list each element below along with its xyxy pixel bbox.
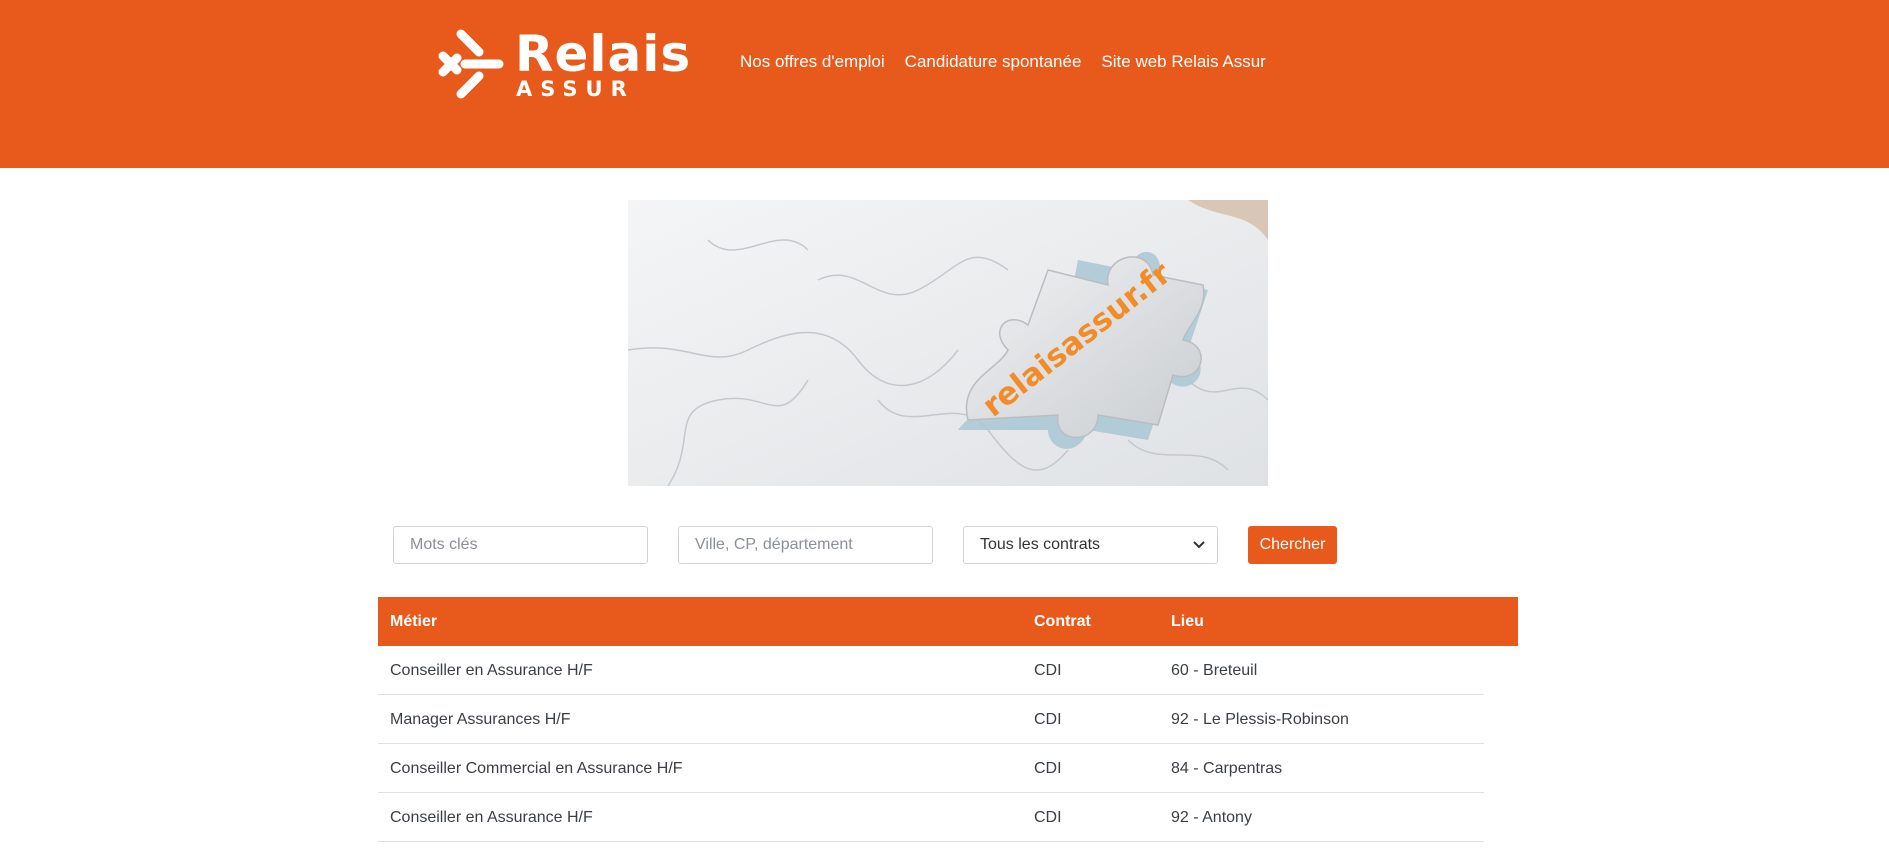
job-title-cell: Conseiller Commercial en Assurance H/F — [390, 760, 683, 777]
table-row[interactable]: Conseiller en Assurance H/F CDI 92 - Ant… — [378, 793, 1484, 842]
search-button[interactable]: Chercher — [1248, 526, 1337, 564]
contract-type-selected: Tous les contrats — [980, 536, 1101, 553]
contract-type-select[interactable]: Tous les contrats — [963, 526, 1218, 564]
column-header-job[interactable]: Métier — [390, 597, 437, 646]
location-cell: 84 - Carpentras — [1171, 760, 1283, 777]
job-title-cell: Conseiller en Assurance H/F — [390, 662, 593, 679]
job-title-cell: Conseiller en Assurance H/F — [390, 809, 593, 826]
main-nav: Nos offres d'emploi Candidature spontané… — [740, 50, 1266, 74]
table-header: Métier Contrat Lieu — [378, 597, 1518, 646]
table-body: Conseiller en Assurance H/F CDI 60 - Bre… — [378, 646, 1484, 842]
table-row[interactable]: Conseiller Commercial en Assurance H/F C… — [378, 744, 1484, 793]
location-cell: 60 - Breteuil — [1171, 662, 1258, 679]
job-offers-table: Métier Contrat Lieu Conseiller en Assura… — [378, 597, 1518, 842]
column-header-location[interactable]: Lieu — [1171, 597, 1204, 646]
location-cell: 92 - Antony — [1171, 809, 1252, 826]
column-header-contract[interactable]: Contrat — [1034, 597, 1091, 646]
location-input[interactable] — [678, 526, 933, 564]
logo-subtitle: ASSUR — [516, 77, 635, 101]
nav-link-website[interactable]: Site web Relais Assur — [1101, 50, 1265, 74]
nav-link-job-offers[interactable]: Nos offres d'emploi — [740, 50, 885, 74]
keywords-input[interactable] — [393, 526, 648, 564]
chevron-down-icon — [1193, 541, 1205, 549]
job-search-form: Tous les contrats Chercher — [393, 526, 1393, 564]
site-header: Relais ASSUR Nos offres d'emploi Candida… — [0, 0, 1889, 168]
nav-link-spontaneous-application[interactable]: Candidature spontanée — [905, 50, 1082, 74]
hero-puzzle-image: relaisassur.fr — [628, 200, 1268, 486]
contract-cell: CDI — [1034, 662, 1062, 679]
location-cell: 92 - Le Plessis-Robinson — [1171, 711, 1349, 728]
table-row[interactable]: Conseiller en Assurance H/F CDI 60 - Bre… — [378, 646, 1484, 695]
contract-cell: CDI — [1034, 809, 1062, 826]
table-row[interactable]: Manager Assurances H/F CDI 92 - Le Pless… — [378, 695, 1484, 744]
job-title-cell: Manager Assurances H/F — [390, 711, 571, 728]
contract-cell: CDI — [1034, 760, 1062, 777]
logo-wordmark: Relais — [515, 25, 692, 83]
contract-cell: CDI — [1034, 711, 1062, 728]
relais-assur-logo[interactable]: Relais ASSUR — [435, 25, 690, 102]
puzzle-illustration: relaisassur.fr — [628, 200, 1268, 486]
logo-arrow-icon — [438, 29, 504, 99]
